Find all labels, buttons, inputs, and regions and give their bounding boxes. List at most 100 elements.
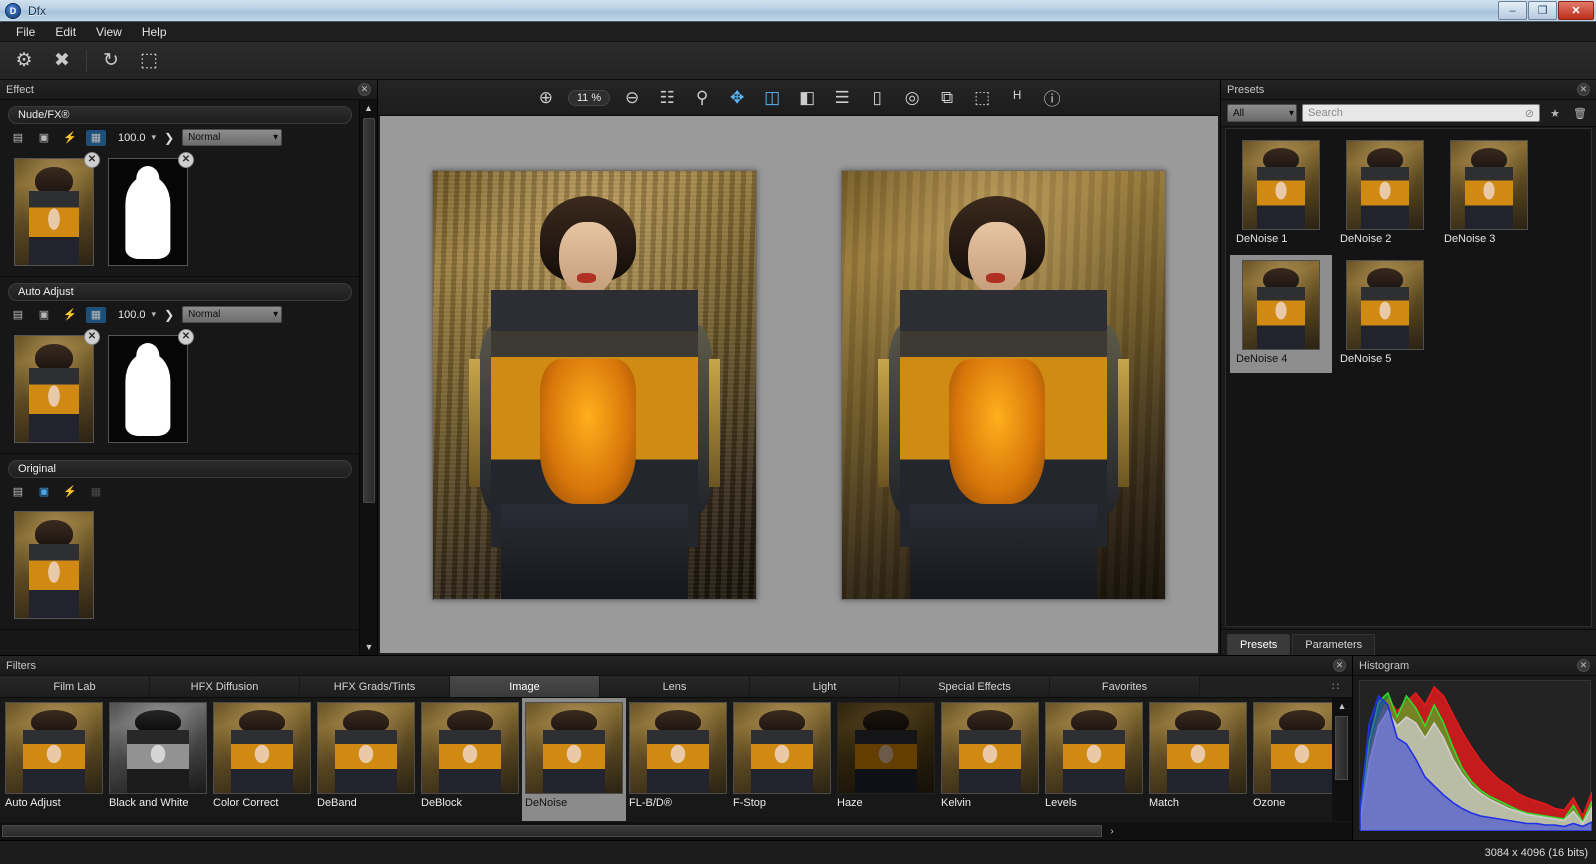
histogram-icon[interactable]: ᴴ <box>1004 85 1030 111</box>
maximize-button[interactable]: ❐ <box>1528 1 1557 20</box>
bolt-icon[interactable]: ⚡ <box>60 483 80 499</box>
info-icon[interactable]: ⓘ <box>1039 85 1065 111</box>
close-icon[interactable]: ✕ <box>1333 659 1346 672</box>
pan-move-icon[interactable]: ✥ <box>724 85 750 111</box>
filter-item[interactable]: Color Correct <box>210 698 314 821</box>
effect-layer[interactable]: Nude/FX® ▤ ▣ ⚡ ▦ 100.0 ▾ ❯ Normal ▾ ✕ ✕ <box>0 106 360 277</box>
remove-thumbnail-icon[interactable]: ✕ <box>84 329 100 345</box>
filter-item[interactable]: F-Stop <box>730 698 834 821</box>
scrollbar-thumb[interactable] <box>1335 716 1348 780</box>
filter-item[interactable]: DeNoise <box>522 698 626 821</box>
filter-tab-hfx-grads-tints[interactable]: HFX Grads/Tints <box>300 676 450 697</box>
mask-icon[interactable]: ▦ <box>86 483 106 499</box>
layer-image-thumb[interactable]: ✕ <box>14 329 100 443</box>
snapshot-icon[interactable]: ⧉ <box>934 85 960 111</box>
single-view-icon[interactable]: ▯ <box>864 85 890 111</box>
menu-item-view[interactable]: View <box>86 23 132 41</box>
minimize-button[interactable]: – <box>1498 1 1527 20</box>
filter-item[interactable]: DeBand <box>314 698 418 821</box>
tab-presets[interactable]: Presets <box>1227 634 1291 655</box>
camera-icon[interactable]: ◎ <box>899 85 925 111</box>
zoom-level-value[interactable]: 11 % <box>567 89 611 106</box>
filter-item[interactable]: Black and White <box>106 698 210 821</box>
opacity-expand-icon[interactable]: ❯ <box>164 308 174 322</box>
preset-item[interactable]: DeNoise 1 <box>1230 135 1332 253</box>
opacity-dropdown-icon[interactable]: ▾ <box>152 132 157 143</box>
scroll-up-icon[interactable]: ▲ <box>360 100 377 116</box>
layer-image-thumb[interactable] <box>14 511 94 619</box>
filter-strip-vscrollbar[interactable]: ▲ <box>1332 698 1352 821</box>
delete-x-icon[interactable]: ✖ <box>48 47 76 75</box>
monitor-icon[interactable]: ▣ <box>34 130 54 146</box>
filter-item[interactable]: FL-B/D® <box>626 698 730 821</box>
layer-mask-thumb[interactable]: ✕ <box>108 152 194 266</box>
remove-thumbnail-icon[interactable]: ✕ <box>84 152 100 168</box>
grip-icon[interactable]: ∷ <box>1332 680 1346 694</box>
magnifier-icon[interactable]: ⚲ <box>689 85 715 111</box>
filter-item[interactable]: Ozone <box>1250 698 1332 821</box>
blend-mode-select[interactable]: Normal ▾ <box>182 129 283 146</box>
preset-category-select[interactable]: All ▾ <box>1227 104 1297 122</box>
scroll-up-icon[interactable]: ▲ <box>1332 698 1352 714</box>
filter-item[interactable]: Levels <box>1042 698 1146 821</box>
filter-tab-light[interactable]: Light <box>750 676 900 697</box>
bolt-icon[interactable]: ⚡ <box>60 307 80 323</box>
close-icon[interactable]: ✕ <box>358 83 371 96</box>
filter-tab-special-effects[interactable]: Special Effects <box>900 676 1050 697</box>
settings-gear-icon[interactable]: ⚙ <box>10 47 38 75</box>
filter-tab-film-lab[interactable]: Film Lab <box>0 676 150 697</box>
preset-item[interactable]: DeNoise 2 <box>1334 135 1436 253</box>
stack-horizontal-icon[interactable]: ☰ <box>829 85 855 111</box>
filter-tab-lens[interactable]: Lens <box>600 676 750 697</box>
mask-icon[interactable]: ▦ <box>86 129 106 146</box>
fit-frame-icon[interactable]: ⬚ <box>135 47 163 75</box>
monitor-icon[interactable]: ▣ <box>34 307 54 323</box>
filter-tab-image[interactable]: Image <box>450 676 600 697</box>
monitor-icon[interactable]: ▣ <box>34 483 54 499</box>
tab-parameters[interactable]: Parameters <box>1292 634 1376 655</box>
zoom-in-icon[interactable]: ⊕ <box>533 85 559 111</box>
trash-icon[interactable]: 🗑 <box>1570 105 1590 121</box>
filter-item[interactable]: Kelvin <box>938 698 1042 821</box>
fit-to-window-icon[interactable]: ☷ <box>654 85 680 111</box>
proxy-icon[interactable]: ⬚ <box>969 85 995 111</box>
render-icon[interactable]: ▤ <box>8 307 28 323</box>
split-vertical-icon[interactable]: ◫ <box>759 85 785 111</box>
favorite-star-icon[interactable]: ★ <box>1545 105 1565 121</box>
filter-strip-hscrollbar[interactable]: › <box>0 822 1352 840</box>
mask-icon[interactable]: ▦ <box>86 306 106 323</box>
opacity-dropdown-icon[interactable]: ▾ <box>152 309 157 320</box>
preset-item[interactable]: DeNoise 4 <box>1230 255 1332 373</box>
filter-item[interactable]: Match <box>1146 698 1250 821</box>
render-icon[interactable]: ▤ <box>8 130 28 146</box>
close-button[interactable]: ✕ <box>1558 1 1594 20</box>
split-left-icon[interactable]: ◧ <box>794 85 820 111</box>
scrollbar-thumb[interactable] <box>2 825 1102 837</box>
preview-after[interactable] <box>841 169 1166 600</box>
preset-item[interactable]: DeNoise 3 <box>1438 135 1540 253</box>
refresh-icon[interactable]: ↻ <box>97 47 125 75</box>
close-icon[interactable]: ✕ <box>1577 659 1590 672</box>
layer-name[interactable]: Original <box>8 460 352 478</box>
filter-item[interactable]: Haze <box>834 698 938 821</box>
layer-image-thumb[interactable]: ✕ <box>14 152 100 266</box>
menu-item-help[interactable]: Help <box>132 23 177 41</box>
zoom-out-icon[interactable]: ⊖ <box>619 85 645 111</box>
filter-tab-favorites[interactable]: Favorites <box>1050 676 1200 697</box>
search-clear-icon[interactable]: ⊘ <box>1525 107 1534 120</box>
effect-layer[interactable]: Auto Adjust ▤ ▣ ⚡ ▦ 100.0 ▾ ❯ Normal ▾ ✕ ✕ <box>0 283 360 454</box>
layer-name[interactable]: Auto Adjust <box>8 283 352 301</box>
layer-opacity-value[interactable]: 100.0 <box>118 309 146 321</box>
scroll-right-icon[interactable]: › <box>1102 826 1122 837</box>
remove-thumbnail-icon[interactable]: ✕ <box>178 329 194 345</box>
filter-item[interactable]: Auto Adjust <box>2 698 106 821</box>
close-icon[interactable]: ✕ <box>1577 83 1590 96</box>
effect-layer[interactable]: Original ▤ ▣ ⚡ ▦ <box>0 460 360 630</box>
menu-item-edit[interactable]: Edit <box>45 23 86 41</box>
layer-mask-thumb[interactable]: ✕ <box>108 329 194 443</box>
blend-mode-select[interactable]: Normal ▾ <box>182 306 283 323</box>
effect-panel-scrollbar[interactable]: ▲ ▼ <box>359 100 377 655</box>
preset-item[interactable]: DeNoise 5 <box>1334 255 1436 373</box>
scroll-down-icon[interactable]: ▼ <box>360 639 378 655</box>
bolt-icon[interactable]: ⚡ <box>60 130 80 146</box>
